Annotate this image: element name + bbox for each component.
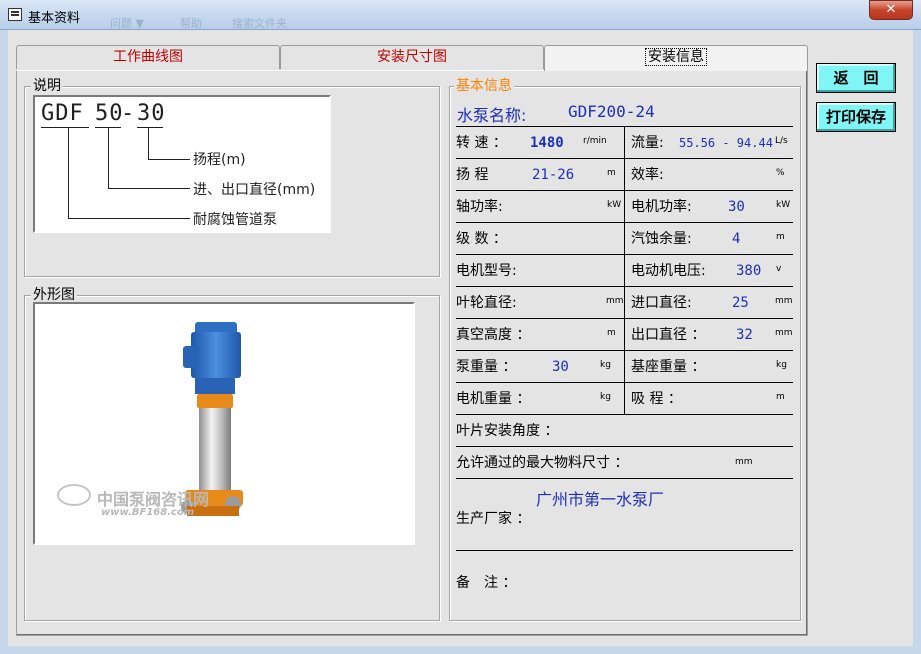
speed-label: 转 速 ： [456,135,507,151]
inlet-diameter-unit: mm [775,296,793,306]
leader-head-h [148,159,190,160]
explanation-legend: 说明 [31,78,63,94]
column-divider [624,126,625,414]
leader-diameter-h [108,188,190,189]
leader-diameter-v [108,127,109,188]
speed-unit: r/min [583,136,607,146]
vacuum-height-unit: m [607,328,616,338]
code-series: GDF [41,101,84,126]
callout-series: 耐腐蚀管道泵 [193,212,277,228]
motor-power-value: 30 [728,199,745,215]
base-weight-label: 基座重量 ： [631,359,706,375]
suction-lift-label: 吸 程 ： [631,391,682,407]
efficiency-label: 效率: [631,167,664,183]
head-label: 扬 程 [456,167,489,183]
motor-weight-unit: kg [600,392,611,402]
npsh-value: 4 [732,231,741,247]
title-bar: 基本资料 问题 ▼ 帮助 搜索文件夹 ✕ [0,0,921,30]
motor-voltage-unit: v [776,264,782,274]
max-material-size-unit: mm [735,457,753,467]
impeller-diameter-label: 叶轮直径: [456,295,517,311]
window-title: 基本资料 [28,11,81,26]
code-dash: - [121,101,136,126]
outlet-diameter-unit: mm [775,328,793,338]
code-diameter: 50 [95,101,124,126]
tab-install-info[interactable]: 安装信息 [544,45,808,71]
speed-value: 1480 [530,135,564,151]
motor-weight-label: 电机重量 ： [456,391,531,407]
motor-power-label: 电机功率: [631,199,692,215]
basic-info-legend: 基本信息 [454,78,514,94]
row-divider [456,550,793,551]
basic-info-group [449,86,801,621]
motor-voltage-label: 电动机电压: [631,263,706,279]
blade-angle-label: 叶片安装角度 ： [456,423,559,439]
head-value: 21-26 [532,167,575,183]
tab-work-curve[interactable]: 工作曲线图 [16,45,280,69]
max-material-size-label: 允许通过的最大物料尺寸 ： [456,455,629,471]
model-code-diagram: GDF 50 - 30 扬程(m) 进、出口直径(mm) 耐腐蚀管道泵 [33,95,331,233]
underline-head [137,127,163,128]
watermark-url: www.BF168.com [101,507,195,518]
efficiency-unit: % [776,168,785,178]
motor-power-unit: kW [776,200,791,210]
npsh-unit: m [776,232,785,242]
pump-name-value: GDF200-24 [568,102,655,121]
inlet-diameter-label: 进口直径: [631,295,692,311]
ghost-menu-item: 搜索文件夹 [232,17,287,30]
motor-model-label: 电机型号: [456,263,517,279]
leader-series-v [68,127,69,218]
head-unit: m [607,168,616,178]
manufacturer-value: 广州市第一水泵厂 [536,490,665,509]
close-icon: ✕ [885,2,897,17]
leader-head-v [148,127,149,159]
row-divider [456,478,793,479]
vacuum-height-label: 真空高度 ： [456,327,531,343]
pump-image-frame: 中国泵阀咨讯网 www.BF168.com [33,302,415,545]
pump-weight-unit: kg [600,360,611,370]
underline-series [41,127,89,128]
code-head: 30 [137,101,166,126]
ghost-menu-item: 帮助 [180,17,202,30]
shaft-power-unit: kW [607,200,622,210]
base-weight-unit: kg [776,360,787,370]
remarks-label: 备 注 ： [456,575,517,591]
watermark-logo-icon [57,484,91,506]
pump-weight-value: 30 [552,359,569,375]
outlet-diameter-value: 32 [736,327,753,343]
manufacturer-label: 生产厂家 ： [456,511,531,527]
print-save-button[interactable]: 打印保存 [816,102,896,132]
appearance-legend: 外形图 [31,287,77,303]
app-icon [8,8,22,21]
ghost-menu-item: 问题 ▼ [110,17,144,30]
motor-voltage-value: 380 [736,263,762,279]
row-divider [456,414,793,415]
leader-series-h [68,218,190,219]
tab-install-dimensions[interactable]: 安装尺寸图 [280,45,544,69]
inlet-diameter-value: 25 [732,295,749,311]
pump-weight-label: 泵重量 ： [456,359,517,375]
shaft-power-label: 轴功率: [456,199,503,215]
flow-value: 55.56 - 94.44 [679,136,773,150]
flow-unit: L/s [775,136,788,146]
flow-label: 流量: [631,135,664,151]
pump-name-label: 水泵名称: [457,106,527,125]
close-button[interactable]: ✕ [869,0,913,20]
impeller-diameter-unit: mm [606,296,624,306]
back-button[interactable]: 返 回 [816,63,896,93]
suction-lift-unit: m [776,392,785,402]
callout-diameter: 进、出口直径(mm) [193,182,316,198]
npsh-label: 汽蚀余量: [631,231,692,247]
outlet-diameter-label: 出口直径 ： [631,327,706,343]
row-divider [456,446,793,447]
callout-head: 扬程(m) [193,152,246,168]
stages-label: 级 数 ： [456,231,507,247]
